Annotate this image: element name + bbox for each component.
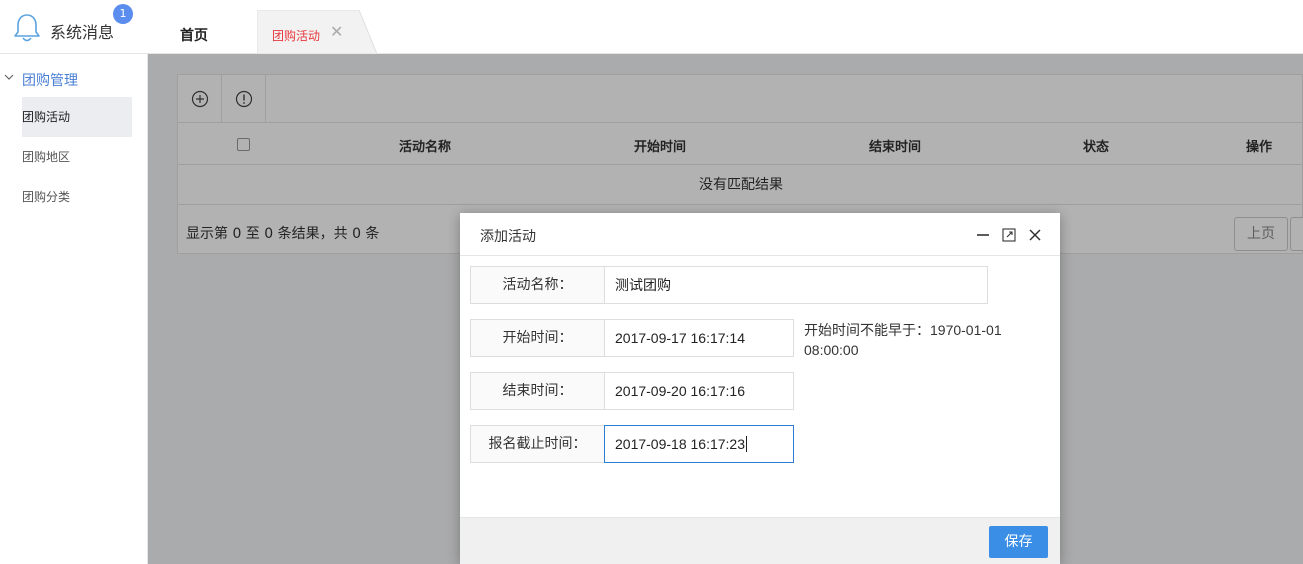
maximize-icon[interactable] xyxy=(1000,226,1018,244)
chevron-down-icon xyxy=(4,74,14,80)
dialog-title: 添加活动 xyxy=(480,229,536,245)
bell-icon[interactable] xyxy=(12,12,42,44)
tab-home[interactable]: 首页 xyxy=(180,25,208,45)
sidebar-item-activity[interactable]: 团购活动 xyxy=(22,97,132,137)
top-bar: 系统消息 1 首页 团购活动 ✕ xyxy=(0,0,1303,54)
system-message-label[interactable]: 系统消息 xyxy=(50,19,114,43)
field-label: 结束时间： xyxy=(470,372,605,410)
field-label: 报名截止时间： xyxy=(470,425,605,463)
start-time-input[interactable]: 2017-09-17 16:17:14 xyxy=(604,319,794,357)
input-value: 2017-09-18 16:17:23 xyxy=(615,436,745,452)
start-time-hint: 开始时间不能早于：1970-01-01 08:00:00 xyxy=(804,322,1002,358)
close-icon[interactable] xyxy=(1026,226,1044,244)
dialog-header: 添加活动 xyxy=(460,213,1060,256)
minimize-icon[interactable] xyxy=(974,226,992,244)
tab-group-buy-activity[interactable]: 团购活动 ✕ xyxy=(257,10,377,54)
signup-deadline-input[interactable]: 2017-09-18 16:17:23 xyxy=(604,425,794,463)
dialog-footer: 保存 xyxy=(460,517,1060,564)
end-time-input[interactable]: 2017-09-20 16:17:16 xyxy=(604,372,794,410)
field-label: 开始时间： xyxy=(470,319,605,357)
close-icon[interactable]: ✕ xyxy=(330,24,343,40)
sidebar: 团购管理 团购活动 团购地区 团购分类 xyxy=(0,54,148,564)
tab-label: 团购活动 xyxy=(272,29,321,43)
save-button[interactable]: 保存 xyxy=(989,526,1048,558)
sidebar-item-category[interactable]: 团购分类 xyxy=(22,177,132,217)
activity-name-input[interactable]: 测试团购 xyxy=(604,266,988,304)
notification-badge: 1 xyxy=(113,4,133,24)
add-activity-dialog: 添加活动 活动名称： 测试团购 开始时间： 2017-09-17 16:17:1… xyxy=(460,213,1060,564)
sidebar-item-region[interactable]: 团购地区 xyxy=(22,137,132,177)
sidebar-group-label: 团购管理 xyxy=(22,73,78,89)
text-cursor xyxy=(746,436,747,452)
field-label: 活动名称： xyxy=(470,266,605,304)
